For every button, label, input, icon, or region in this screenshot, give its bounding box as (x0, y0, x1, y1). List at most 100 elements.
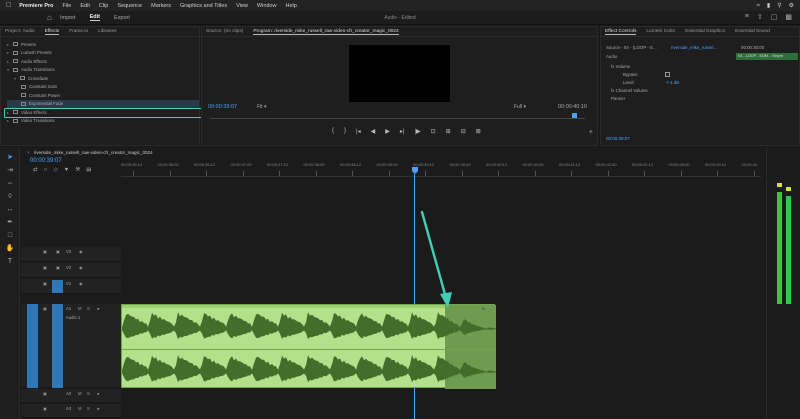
resolution-dropdown[interactable]: Full ▾ (514, 104, 526, 110)
menu-edit[interactable]: Edit (80, 3, 89, 9)
control-center-icon[interactable]: ⚙ (789, 2, 794, 9)
track-target-a1[interactable] (52, 304, 63, 388)
menu-sequence[interactable]: Sequence (117, 3, 142, 9)
sync-lock-icon[interactable]: ▣ (56, 265, 60, 270)
mark-out-button[interactable]: } (344, 128, 346, 135)
tree-item-constant-gain[interactable]: Constant Gain (7, 83, 199, 92)
solo-button[interactable]: S (87, 391, 90, 396)
menu-window[interactable]: Window (257, 3, 277, 9)
menu-help[interactable]: Help (285, 3, 296, 9)
tree-item-exponential-fade[interactable]: Exponential Fade (7, 99, 199, 108)
wifi-icon[interactable]: ≈ (757, 3, 760, 9)
tab-effect-controls[interactable]: Effect Controls (605, 29, 637, 35)
frame-io-icon[interactable]: ▩ (785, 13, 792, 21)
audio-clip[interactable]: fx (121, 304, 496, 389)
lock-icon[interactable]: ▣ (43, 306, 47, 311)
comparison-view-button[interactable]: ⊠ (476, 128, 481, 135)
nest-icon[interactable]: ⇄ (33, 167, 38, 173)
export-frame-button[interactable]: ⊟ (461, 128, 466, 135)
lock-icon[interactable]: ▣ (43, 281, 47, 286)
go-to-out-button[interactable]: |▶ (414, 128, 420, 135)
video-preview[interactable] (349, 45, 450, 102)
menu-app[interactable]: Premiere Pro (19, 3, 53, 9)
fit-dropdown[interactable]: Fit ▾ (257, 104, 266, 110)
level-value[interactable]: -7.4 dB (665, 80, 679, 85)
program-scrub-bar[interactable] (210, 115, 585, 119)
add-button-icon[interactable]: + (589, 129, 593, 136)
ec-channel-volume-row[interactable]: fx Channel Volume (611, 88, 648, 93)
battery-icon[interactable]: ▮ (767, 2, 770, 9)
program-current-time[interactable]: 00:00:39:07 (208, 104, 237, 110)
tab-frame-io[interactable]: Frame.io (69, 29, 88, 34)
menu-graphics-and-titles[interactable]: Graphics and Titles (180, 3, 227, 9)
close-icon[interactable]: × (27, 150, 30, 155)
mute-button[interactable]: M (78, 306, 82, 311)
slip-tool-icon[interactable]: ↔ (5, 205, 15, 214)
eye-icon[interactable]: ◉ (79, 265, 83, 270)
sync-lock-icon[interactable]: ▣ (56, 249, 60, 254)
linked-selection-icon[interactable]: ◇ (54, 167, 58, 173)
ec-clip-name[interactable]: riverside_mike_russel... (671, 45, 717, 50)
tree-item-audio-transitions[interactable]: ▾ Audio Transitions (7, 66, 199, 75)
source-patch-v1[interactable] (52, 280, 63, 293)
extract-button[interactable]: ⊞ (446, 128, 451, 135)
play-button[interactable]: ▶ (385, 128, 390, 135)
eye-icon[interactable]: ◉ (79, 281, 83, 286)
captions-icon[interactable]: ▤ (86, 167, 91, 173)
tab-source[interactable]: Source: (no clips) (206, 29, 243, 34)
track-select-tool-icon[interactable]: ⇥ (5, 166, 15, 175)
microphone-icon[interactable]: ● (97, 406, 100, 411)
tab-edit[interactable]: Edit (89, 14, 100, 21)
tab-essential-sound[interactable]: Essential Sound (735, 29, 770, 34)
lock-icon[interactable]: ▣ (43, 406, 47, 411)
track-header-a3[interactable]: ▣ A3 M S ● (21, 404, 121, 418)
tab-program[interactable]: Program: riverside_mike_russell_raw-vide… (253, 29, 399, 35)
ripple-edit-tool-icon[interactable]: ⇔ (5, 179, 15, 188)
lift-button[interactable]: ⊡ (431, 128, 436, 135)
time-ruler[interactable]: 00:00:35:12 00:00:36:00 00:00:36:12 00:00:3… (121, 159, 761, 177)
pen-tool-icon[interactable]: ✒ (5, 218, 15, 227)
search-icon[interactable]: ⚲ (777, 2, 781, 9)
hand-tool-icon[interactable]: ✋ (5, 244, 15, 253)
tree-item-audio-effects[interactable]: ▸ Audio Effects (7, 57, 199, 66)
mute-button[interactable]: M (78, 391, 82, 396)
track-header-a1[interactable]: ▣ A1 M S ● Audio 1 (21, 304, 121, 388)
step-back-button[interactable]: ◀ (371, 128, 376, 135)
eye-icon[interactable]: ◉ (79, 249, 83, 254)
solo-button[interactable]: S (87, 406, 90, 411)
sequence-tab[interactable]: × riverside_mike_russell_raw-video-cfr_cr… (27, 150, 153, 155)
menu-file[interactable]: File (63, 3, 72, 9)
tab-import[interactable]: Import (60, 15, 76, 21)
fullscreen-icon[interactable]: ▢ (771, 13, 778, 21)
add-marker-icon[interactable]: ▼ (64, 167, 69, 173)
tab-essential-graphics[interactable]: Essential Graphics (685, 29, 725, 34)
mute-button[interactable]: M (78, 406, 82, 411)
source-patch-a1[interactable] (27, 304, 38, 388)
settings-wrench-icon[interactable]: ⚒ (75, 167, 80, 173)
track-header-v1[interactable]: ▣ V1 ◉ (21, 279, 121, 294)
step-forward-button[interactable]: ▸| (400, 128, 405, 135)
go-to-in-button[interactable]: |◂ (356, 128, 361, 135)
menu-view[interactable]: View (236, 3, 248, 9)
menu-markers[interactable]: Markers (151, 3, 171, 9)
quick-export-icon[interactable]: ⇧ (757, 13, 763, 21)
selection-tool-icon[interactable]: ➤ (5, 153, 15, 162)
tree-item-lumetri-presets[interactable]: ▸ Lumetri Presets (7, 49, 199, 58)
tab-lumetri-color[interactable]: Lumetri Color (646, 29, 675, 34)
workspaces-icon[interactable]: ≡ (745, 13, 749, 21)
tab-effects[interactable]: Effects (44, 29, 60, 35)
rectangle-tool-icon[interactable]: □ (5, 231, 15, 240)
microphone-icon[interactable]: ● (97, 391, 100, 396)
tree-item-constant-power[interactable]: Constant Power (7, 91, 199, 100)
microphone-icon[interactable]: ● (97, 306, 100, 311)
tree-item-presets[interactable]: ▸ Presets (7, 40, 199, 49)
razor-tool-icon[interactable]: ◊ (5, 192, 15, 201)
ec-current-time[interactable]: 00:00:39:07 (606, 136, 630, 141)
track-header-v3[interactable]: ▣ ▣ V3 ◉ (21, 247, 121, 262)
track-header-a2[interactable]: ▣ A2 M S ● (21, 389, 121, 403)
solo-button[interactable]: S (87, 306, 90, 311)
snap-icon[interactable]: ∩ (44, 167, 48, 173)
tab-libraries[interactable]: Libraries (98, 29, 116, 34)
timeline-current-time[interactable]: 00:00:39:07 (30, 158, 62, 164)
program-playhead[interactable] (572, 113, 577, 118)
